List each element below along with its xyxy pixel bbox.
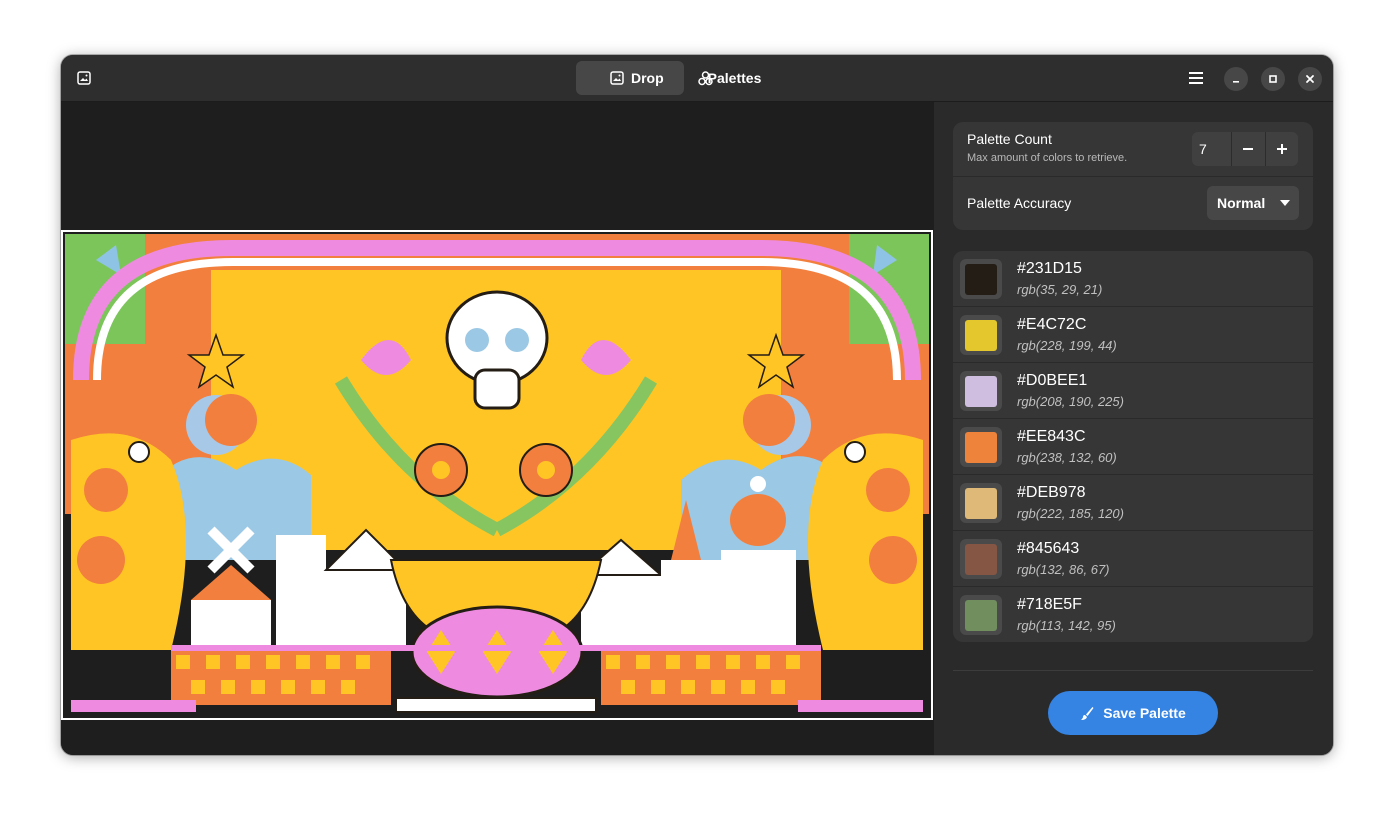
tab-palettes[interactable]: Palettes bbox=[688, 61, 782, 95]
color-row[interactable]: #231D15 rgb(35, 29, 21) bbox=[953, 251, 1313, 306]
color-swatch-frame bbox=[960, 259, 1002, 299]
color-swatch bbox=[965, 319, 997, 351]
color-hex: #231D15 bbox=[1017, 260, 1082, 277]
view-switcher: Drop Palettes bbox=[576, 61, 781, 95]
close-button[interactable] bbox=[1298, 67, 1322, 91]
color-rgb: rgb(113, 142, 95) bbox=[1017, 618, 1116, 633]
decrement-button[interactable] bbox=[1231, 132, 1264, 166]
color-row[interactable]: #D0BEE1 rgb(208, 190, 225) bbox=[953, 362, 1313, 418]
color-swatch bbox=[965, 263, 997, 295]
maximize-icon bbox=[1269, 75, 1277, 83]
color-rgb: rgb(222, 185, 120) bbox=[1017, 506, 1124, 521]
minimize-icon bbox=[1233, 81, 1239, 83]
color-hex: #718E5F bbox=[1017, 596, 1082, 613]
color-swatch bbox=[965, 487, 997, 519]
color-row[interactable]: #E4C72C rgb(228, 199, 44) bbox=[953, 306, 1313, 362]
palette-count-spinner: 7 bbox=[1192, 132, 1298, 166]
color-swatch-frame bbox=[960, 483, 1002, 523]
increment-button[interactable] bbox=[1264, 132, 1298, 166]
color-list: #231D15 rgb(35, 29, 21) #E4C72C rgb(228,… bbox=[953, 251, 1313, 642]
image-drop-area[interactable] bbox=[61, 102, 934, 755]
image-icon bbox=[77, 71, 91, 85]
palette-accuracy-dropdown[interactable]: Normal bbox=[1207, 186, 1299, 220]
minimize-button[interactable] bbox=[1224, 67, 1248, 91]
color-rgb: rgb(208, 190, 225) bbox=[1017, 394, 1124, 409]
palette-count-input[interactable]: 7 bbox=[1192, 132, 1231, 166]
close-icon bbox=[1306, 75, 1314, 83]
color-swatch-frame bbox=[960, 539, 1002, 579]
image-icon bbox=[610, 71, 624, 85]
tab-drop[interactable]: Drop bbox=[576, 61, 684, 95]
app-window: Drop Palettes Palette Count Max amount o… bbox=[61, 55, 1333, 755]
save-palette-button[interactable]: Save Palette bbox=[1048, 691, 1218, 735]
settings-card: Palette Count Max amount of colors to re… bbox=[953, 122, 1313, 230]
color-row[interactable]: #DEB978 rgb(222, 185, 120) bbox=[953, 474, 1313, 530]
palette-count-row: Palette Count Max amount of colors to re… bbox=[967, 131, 1127, 164]
save-palette-label: Save Palette bbox=[1103, 705, 1186, 721]
row-separator bbox=[953, 176, 1313, 177]
header-bar: Drop Palettes bbox=[61, 55, 1333, 102]
plus-icon bbox=[1276, 144, 1287, 154]
open-image-button[interactable] bbox=[69, 63, 99, 93]
hamburger-menu-icon bbox=[1189, 72, 1203, 84]
color-swatch-frame bbox=[960, 427, 1002, 467]
color-rgb: rgb(238, 132, 60) bbox=[1017, 450, 1117, 465]
color-rgb: rgb(132, 86, 67) bbox=[1017, 562, 1110, 577]
palette-count-title: Palette Count bbox=[967, 131, 1052, 147]
color-swatch bbox=[965, 599, 997, 631]
sidebar-divider bbox=[953, 670, 1313, 671]
color-row[interactable]: #845643 rgb(132, 86, 67) bbox=[953, 530, 1313, 586]
color-swatch-frame bbox=[960, 315, 1002, 355]
brush-icon bbox=[1081, 706, 1094, 720]
color-hex: #DEB978 bbox=[1017, 484, 1086, 501]
color-hex: #D0BEE1 bbox=[1017, 372, 1088, 389]
palette-accuracy-value: Normal bbox=[1217, 195, 1266, 211]
chevron-down-icon bbox=[1280, 200, 1291, 206]
maximize-button[interactable] bbox=[1261, 67, 1285, 91]
main-menu-button[interactable] bbox=[1181, 63, 1211, 93]
color-swatch bbox=[965, 375, 997, 407]
color-swatch bbox=[965, 431, 997, 463]
palette-sidebar: Palette Count Max amount of colors to re… bbox=[934, 102, 1333, 755]
minus-icon bbox=[1243, 148, 1254, 150]
color-swatch bbox=[965, 543, 997, 575]
color-row[interactable]: #EE843C rgb(238, 132, 60) bbox=[953, 418, 1313, 474]
color-rgb: rgb(35, 29, 21) bbox=[1017, 282, 1103, 297]
folk-art-illustration bbox=[63, 232, 931, 718]
color-hex: #845643 bbox=[1017, 540, 1080, 557]
color-row[interactable]: #718E5F rgb(113, 142, 95) bbox=[953, 586, 1313, 642]
color-rgb: rgb(228, 199, 44) bbox=[1017, 338, 1117, 353]
color-swatch-frame bbox=[960, 595, 1002, 635]
color-swatch-frame bbox=[960, 371, 1002, 411]
color-hex: #EE843C bbox=[1017, 428, 1086, 445]
tab-palettes-label: Palettes bbox=[707, 70, 762, 86]
loaded-image bbox=[61, 230, 933, 720]
color-hex: #E4C72C bbox=[1017, 316, 1087, 333]
palette-accuracy-title: Palette Accuracy bbox=[967, 195, 1072, 211]
palette-count-subtitle: Max amount of colors to retrieve. bbox=[967, 152, 1128, 164]
palette-icon bbox=[697, 71, 713, 86]
